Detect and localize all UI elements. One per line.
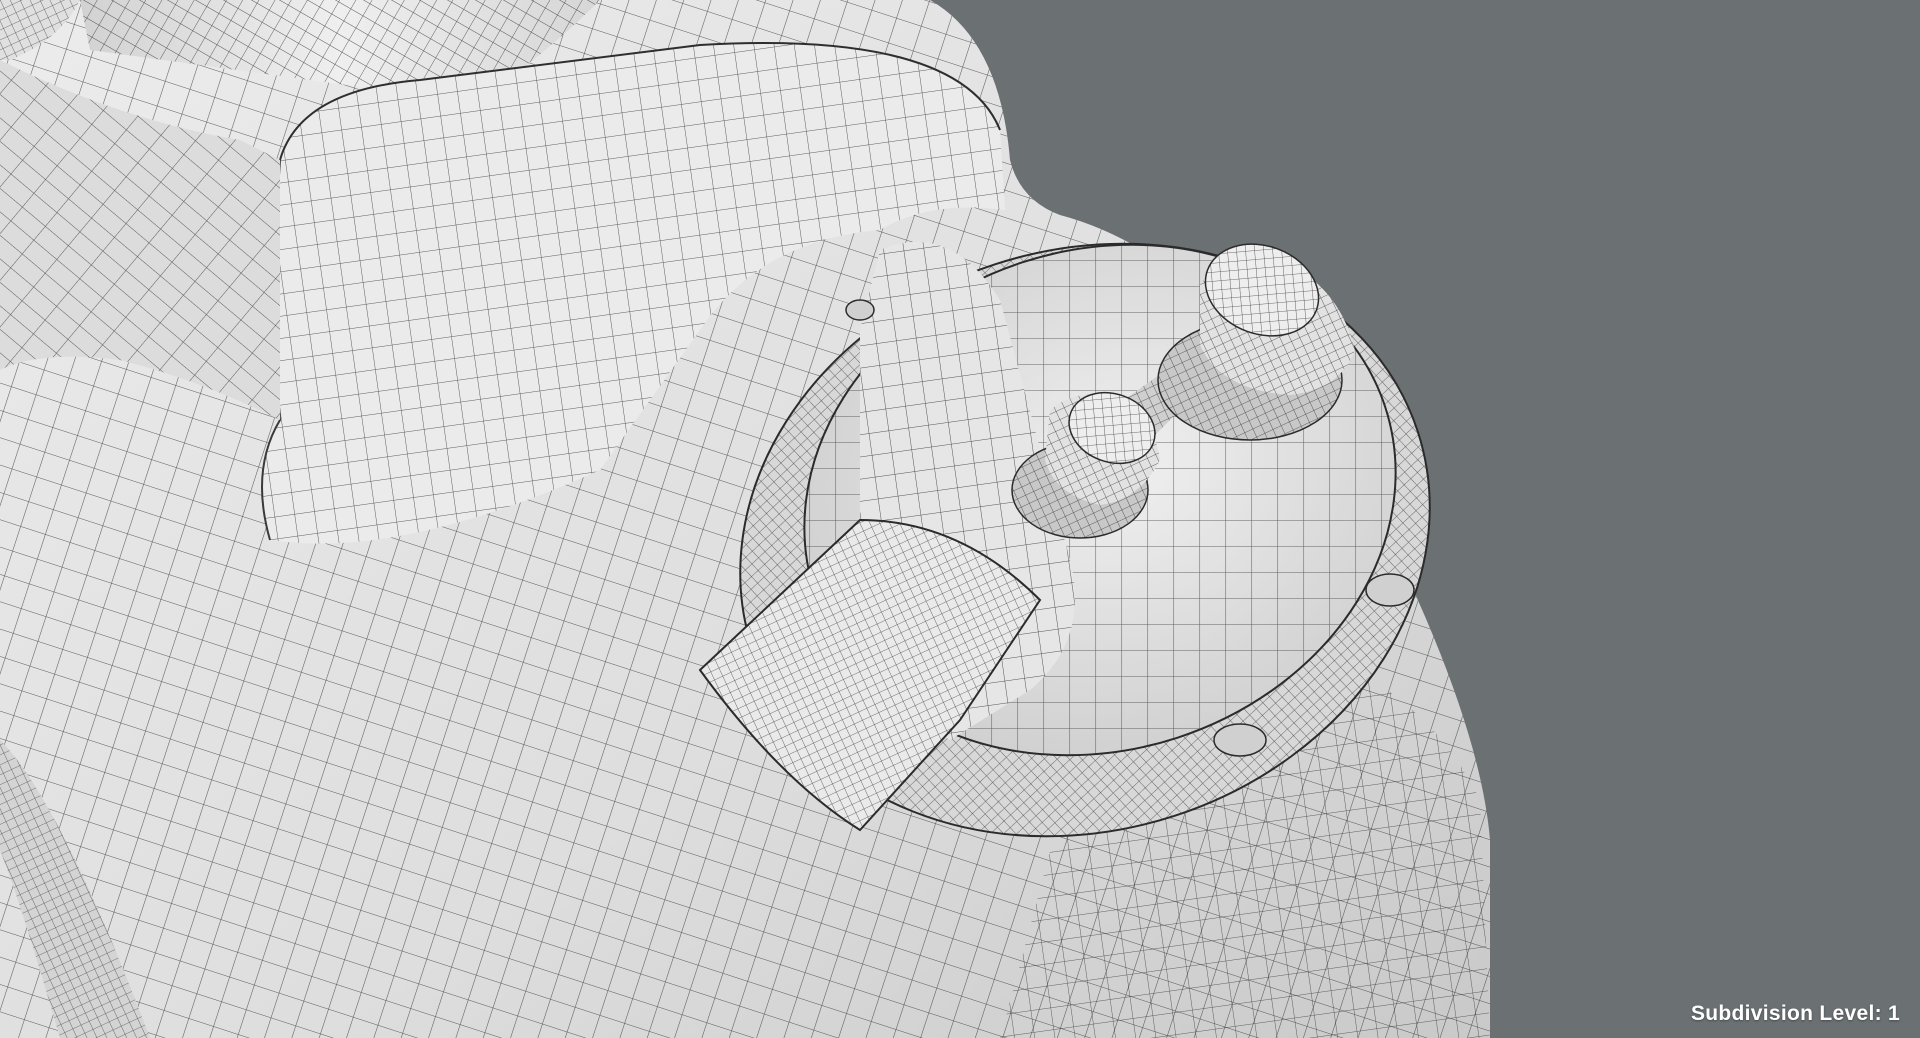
wireframe-model-render	[0, 0, 1490, 1038]
3d-viewport[interactable]: Subdivision Level: 1	[0, 0, 1920, 1038]
subdivision-level-label: Subdivision Level: 1	[1690, 1002, 1900, 1025]
